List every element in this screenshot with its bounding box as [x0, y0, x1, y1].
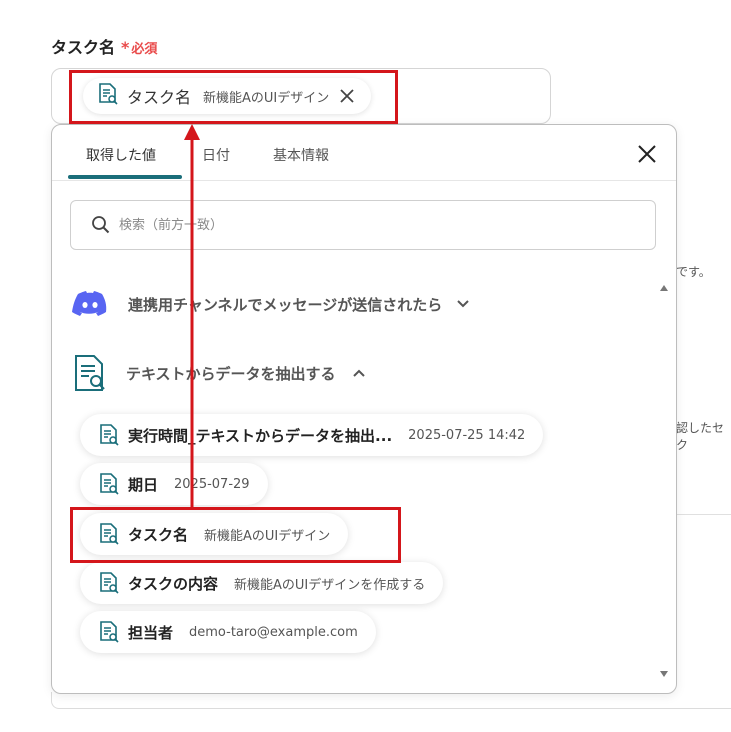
document-search-icon: [97, 82, 119, 110]
section-label: 連携用チャンネルでメッセージが送信されたら: [128, 295, 443, 314]
item-value: demo-taro@example.com: [189, 624, 358, 640]
item-value: 2025-07-25 14:42: [408, 427, 526, 443]
item-title: 実行時間_テキストからデータを抽出...: [128, 426, 393, 445]
background-text: 認したセク: [676, 421, 725, 452]
document-search-icon: [98, 423, 120, 447]
item-title: タスク名: [128, 525, 189, 544]
search-box[interactable]: [70, 200, 656, 250]
value-item[interactable]: タスクの内容 新機能AのUIデザインを作成する: [80, 562, 444, 604]
chevron-up-icon: [352, 368, 366, 378]
close-icon[interactable]: [636, 143, 658, 165]
tab-acquired-values[interactable]: 取得した値: [86, 145, 156, 165]
scroll-down-arrow[interactable]: [659, 663, 669, 682]
background-text: です。: [676, 265, 711, 279]
value-item[interactable]: 担当者 demo-taro@example.com: [80, 611, 376, 653]
chevron-down-icon: [456, 299, 470, 309]
remove-chip-icon[interactable]: [337, 86, 357, 106]
tab-date[interactable]: 日付: [202, 145, 230, 165]
document-search-icon: [98, 571, 120, 595]
item-value: 2025-07-29: [174, 476, 250, 492]
active-tab-indicator: [68, 175, 182, 179]
field-label-text: タスク名: [51, 38, 116, 57]
selected-value-chip[interactable]: タスク名 新機能AのUIデザイン: [83, 78, 372, 114]
required-text: 必須: [131, 42, 158, 57]
required-star: *: [121, 38, 130, 57]
document-search-icon: [72, 353, 108, 393]
item-value: 新機能AのUIデザインを作成する: [234, 577, 426, 593]
tab-bar: 取得した値 日付 基本情報: [52, 125, 676, 181]
document-search-icon: [98, 472, 120, 496]
document-search-icon: [98, 522, 120, 546]
field-label: タスク名 * 必須: [51, 34, 157, 58]
selected-chip-value: 新機能AのUIデザイン: [203, 90, 330, 106]
value-item[interactable]: 実行時間_テキストからデータを抽出... 2025-07-25 14:42: [80, 414, 544, 456]
item-title: 担当者: [128, 623, 174, 642]
document-search-icon: [98, 620, 120, 644]
selected-chip-title: タスク名: [127, 88, 192, 107]
value-item[interactable]: タスク名 新機能AのUIデザイン: [80, 513, 349, 555]
section-extract-data[interactable]: テキストからデータを抽出する: [72, 353, 366, 393]
tab-basic-info[interactable]: 基本情報: [273, 145, 329, 165]
scroll-up-arrow[interactable]: [659, 277, 669, 296]
section-discord-trigger[interactable]: 連携用チャンネルでメッセージが送信されたら: [72, 290, 470, 318]
section-label: テキストからデータを抽出する: [126, 364, 336, 383]
next-field-box: [51, 692, 731, 709]
search-icon: [91, 215, 111, 235]
discord-icon: [72, 290, 108, 318]
item-title: 期日: [128, 475, 159, 494]
search-input[interactable]: [117, 216, 621, 234]
divider: [676, 514, 731, 515]
value-item[interactable]: 期日 2025-07-29: [80, 463, 268, 505]
item-value: 新機能AのUIデザイン: [204, 528, 331, 544]
value-picker-popup: 取得した値 日付 基本情報 連携用チャンネルでメッセージが送信されたら テキス: [51, 124, 677, 694]
item-title: タスクの内容: [128, 574, 219, 593]
